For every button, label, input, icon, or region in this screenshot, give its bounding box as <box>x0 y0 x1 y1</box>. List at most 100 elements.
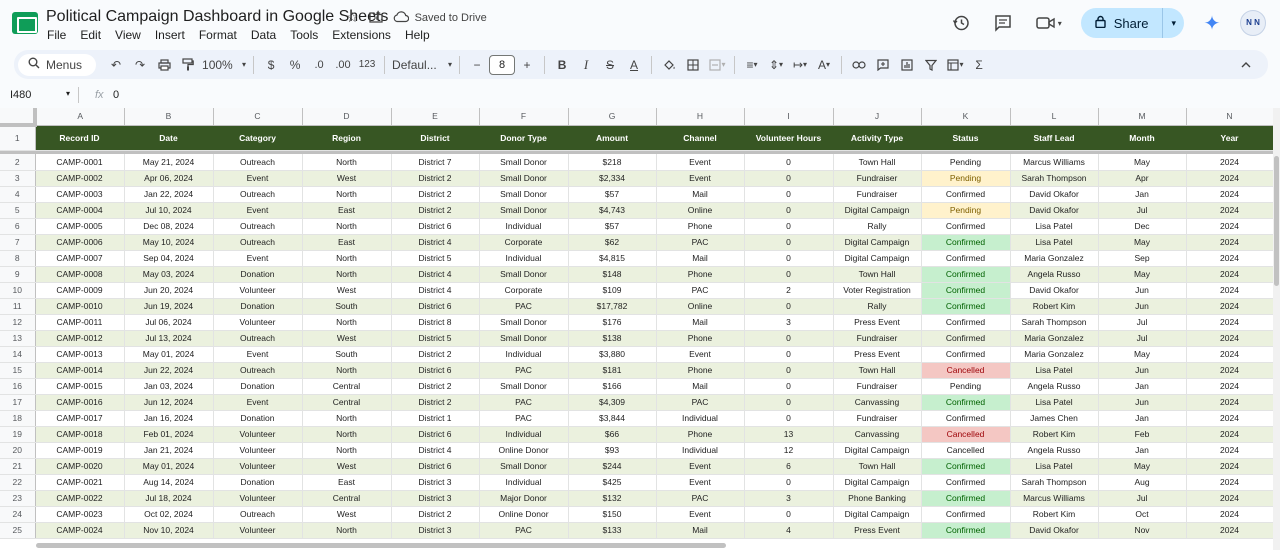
data-cell[interactable]: 2024 <box>1186 282 1274 299</box>
data-cell[interactable]: Corporate <box>479 234 569 251</box>
data-cell[interactable]: Phone <box>656 218 745 235</box>
data-cell[interactable]: Nov <box>1098 522 1187 539</box>
data-cell[interactable]: Individual <box>479 474 569 491</box>
data-cell[interactable]: $57 <box>568 186 657 203</box>
spreadsheet-grid[interactable]: ABCDEFGHIJKLMN 1 Record ID Date Category Reg… <box>0 108 1280 550</box>
data-cell[interactable]: 2024 <box>1186 314 1274 331</box>
insert-chart-icon[interactable] <box>895 54 919 76</box>
data-cell[interactable]: Volunteer <box>213 426 303 443</box>
formula-input[interactable]: 0 <box>113 89 119 101</box>
data-cell[interactable]: Jul <box>1098 330 1187 347</box>
data-cell[interactable]: Canvassing <box>833 394 922 411</box>
data-cell[interactable]: Event <box>656 458 745 475</box>
data-cell[interactable]: Mail <box>656 250 745 267</box>
menu-insert[interactable]: Insert <box>148 27 192 43</box>
data-cell[interactable]: Robert Kim <box>1010 298 1099 315</box>
column-header-n[interactable]: N <box>1186 108 1274 126</box>
data-cell[interactable]: District 6 <box>391 458 480 475</box>
data-cell[interactable]: District 4 <box>391 442 480 459</box>
header-cell[interactable]: Donor Type <box>479 125 569 151</box>
data-cell[interactable]: Individual <box>656 410 745 427</box>
data-cell[interactable]: Donation <box>213 474 303 491</box>
font-select[interactable]: Defaul... ▾ <box>390 54 454 76</box>
data-cell[interactable]: Online <box>656 202 745 219</box>
row-number[interactable]: 9 <box>0 266 36 283</box>
data-cell[interactable]: North <box>302 266 392 283</box>
comments-icon[interactable] <box>989 9 1017 37</box>
data-cell[interactable]: Jun 22, 2024 <box>124 362 214 379</box>
status-cell[interactable]: Confirmed <box>921 330 1011 347</box>
row-number[interactable]: 22 <box>0 474 36 491</box>
move-folder-icon[interactable] <box>368 10 383 26</box>
data-cell[interactable]: CAMP-0006 <box>35 234 125 251</box>
column-header-l[interactable]: L <box>1010 108 1099 126</box>
status-cell[interactable]: Confirmed <box>921 234 1011 251</box>
data-cell[interactable]: Robert Kim <box>1010 426 1099 443</box>
data-cell[interactable]: Maria Gonzalez <box>1010 250 1099 267</box>
data-cell[interactable]: $3,844 <box>568 410 657 427</box>
data-cell[interactable]: Jul <box>1098 490 1187 507</box>
data-cell[interactable]: Jun <box>1098 362 1187 379</box>
row-number[interactable]: 5 <box>0 202 36 219</box>
data-cell[interactable]: Phone <box>656 362 745 379</box>
increase-font-size-button[interactable]: + <box>515 54 539 76</box>
data-cell[interactable]: 0 <box>744 362 834 379</box>
data-cell[interactable]: Aug <box>1098 474 1187 491</box>
data-cell[interactable]: CAMP-0024 <box>35 522 125 539</box>
data-cell[interactable]: Fundraiser <box>833 186 922 203</box>
data-cell[interactable]: Online Donor <box>479 442 569 459</box>
data-cell[interactable]: Fundraiser <box>833 330 922 347</box>
data-cell[interactable]: Jan <box>1098 378 1187 395</box>
row-number[interactable]: 17 <box>0 394 36 411</box>
data-cell[interactable]: North <box>302 362 392 379</box>
data-cell[interactable]: North <box>302 314 392 331</box>
data-cell[interactable]: Fundraiser <box>833 170 922 187</box>
data-cell[interactable]: Canvassing <box>833 426 922 443</box>
data-cell[interactable]: District 3 <box>391 490 480 507</box>
more-formats-button[interactable]: 123 <box>355 54 379 76</box>
data-cell[interactable]: Digital Campaign <box>833 202 922 219</box>
data-cell[interactable]: District 2 <box>391 186 480 203</box>
column-header-d[interactable]: D <box>302 108 392 126</box>
data-cell[interactable]: District 4 <box>391 234 480 251</box>
column-header-g[interactable]: G <box>568 108 657 126</box>
data-cell[interactable]: Jul 06, 2024 <box>124 314 214 331</box>
data-cell[interactable]: West <box>302 330 392 347</box>
data-cell[interactable]: Event <box>213 170 303 187</box>
data-cell[interactable]: Nov 10, 2024 <box>124 522 214 539</box>
data-cell[interactable]: Donation <box>213 378 303 395</box>
data-cell[interactable]: 2 <box>744 282 834 299</box>
data-cell[interactable]: Town Hall <box>833 458 922 475</box>
row-number[interactable]: 4 <box>0 186 36 203</box>
column-header-c[interactable]: C <box>213 108 303 126</box>
row-number[interactable]: 13 <box>0 330 36 347</box>
data-cell[interactable]: PAC <box>656 234 745 251</box>
data-cell[interactable]: $4,309 <box>568 394 657 411</box>
row-number[interactable]: 15 <box>0 362 36 379</box>
data-cell[interactable]: Jul <box>1098 202 1187 219</box>
data-cell[interactable]: South <box>302 346 392 363</box>
data-cell[interactable]: 2024 <box>1186 218 1274 235</box>
data-cell[interactable]: Central <box>302 378 392 395</box>
data-cell[interactable]: Mail <box>656 314 745 331</box>
data-cell[interactable]: Small Donor <box>479 170 569 187</box>
data-cell[interactable]: 0 <box>744 506 834 523</box>
avatar[interactable]: N N <box>1240 10 1266 36</box>
data-cell[interactable]: 2024 <box>1186 298 1274 315</box>
data-cell[interactable]: 0 <box>744 202 834 219</box>
data-cell[interactable]: Angela Russo <box>1010 266 1099 283</box>
data-cell[interactable]: Press Event <box>833 346 922 363</box>
data-cell[interactable]: Jan 03, 2024 <box>124 378 214 395</box>
sheets-logo-icon[interactable] <box>12 12 38 34</box>
data-cell[interactable]: 0 <box>744 410 834 427</box>
data-cell[interactable]: May 01, 2024 <box>124 346 214 363</box>
data-cell[interactable]: Angela Russo <box>1010 378 1099 395</box>
data-cell[interactable]: North <box>302 426 392 443</box>
gemini-sparkle-icon[interactable]: ✦ <box>1198 9 1226 37</box>
data-cell[interactable]: $425 <box>568 474 657 491</box>
data-cell[interactable]: David Okafor <box>1010 186 1099 203</box>
data-cell[interactable]: Outreach <box>213 330 303 347</box>
header-cell[interactable]: Volunteer Hours <box>744 125 834 151</box>
data-cell[interactable]: Jun 19, 2024 <box>124 298 214 315</box>
data-cell[interactable]: North <box>302 522 392 539</box>
